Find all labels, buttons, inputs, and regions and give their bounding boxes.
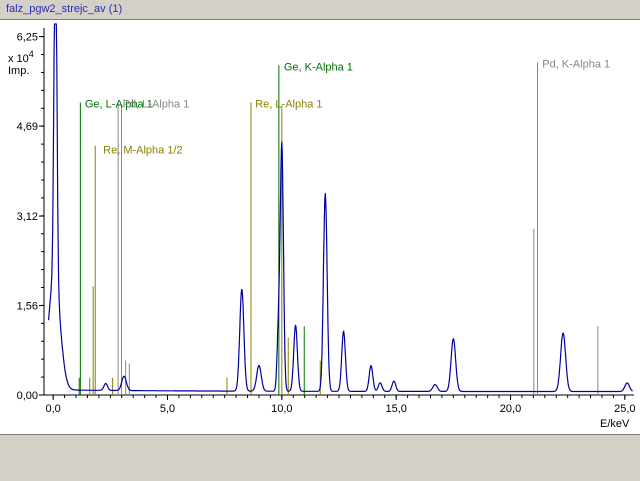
y-tick-label: 6,25 — [17, 32, 38, 44]
element-lines — [78, 62, 599, 395]
spectrum-window: falz_pgw2_strejc_av (1) 0,00 1,56 3,12 4,69… — [0, 0, 640, 481]
x-axis-label: E/keV — [600, 418, 630, 430]
x-tick-label: 5,0 — [160, 403, 175, 415]
x-tick-label: 15,0 — [385, 403, 406, 415]
y-tick-label: 1,56 — [17, 301, 38, 313]
title-bar: falz_pgw2_strejc_av (1) — [0, 0, 640, 20]
x-tick-labels: 0,0 5,0 10,0 15,0 20,0 25,0 — [45, 395, 636, 415]
y-tick-label: 4,69 — [17, 121, 38, 133]
spectrum-chart[interactable]: 0,00 1,56 3,12 4,69 6,25 0,0 5,0 10,0 15,0 20,0 2… — [0, 20, 640, 434]
x-tick-label: 20,0 — [500, 403, 521, 415]
axes — [43, 28, 634, 396]
window-title: falz_pgw2_strejc_av (1) — [6, 3, 123, 15]
line-annotation: Re, M-Alpha 1/2 — [103, 144, 182, 156]
line-annotation: Pd, K-Alpha 1 — [542, 58, 610, 70]
status-bar — [0, 434, 640, 481]
y-axis-label: Imp. — [8, 65, 29, 77]
y-tick-label: 0,00 — [17, 390, 38, 402]
x-tick-label: 25,0 — [614, 403, 635, 415]
y-tick-labels: 0,00 1,56 3,12 4,69 6,25 — [17, 32, 44, 402]
y-multiplier-label: x 104 — [8, 49, 34, 65]
line-annotations: Ge, L-Alpha 1Pd, L-Alpha 1Re, M-Alpha 1/… — [85, 58, 610, 156]
y-tick-label: 3,12 — [17, 211, 38, 223]
line-annotation: Re, L-Alpha 1 — [255, 99, 322, 111]
x-tick-label: 0,0 — [45, 403, 60, 415]
line-annotation: Pd, L-Alpha 1 — [123, 99, 190, 111]
x-tick-label: 10,0 — [271, 403, 292, 415]
spectrum-line — [48, 23, 633, 393]
line-annotation: Ge, K-Alpha 1 — [284, 61, 353, 73]
plot-panel[interactable]: 0,00 1,56 3,12 4,69 6,25 0,0 5,0 10,0 15,0 20,0 2… — [0, 19, 640, 435]
